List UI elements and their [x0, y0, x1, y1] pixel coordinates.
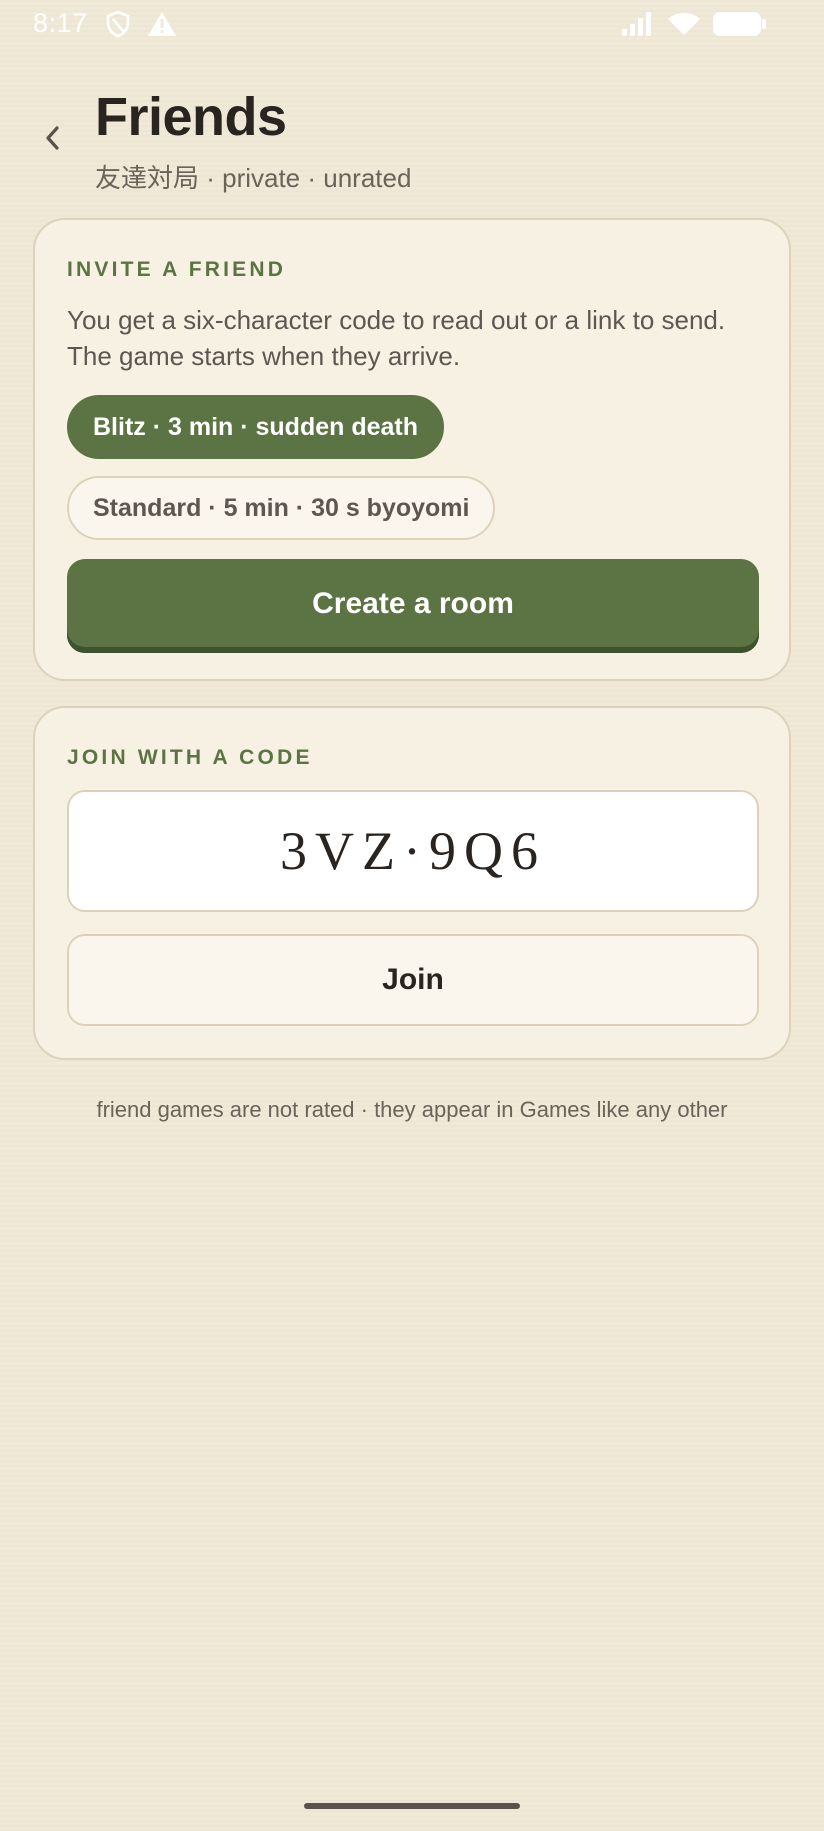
page-subtitle: 友達対局 · private · unrated [95, 163, 412, 193]
back-button[interactable] [38, 118, 68, 158]
alert-icon [148, 12, 176, 36]
page-title: Friends [95, 87, 287, 147]
time-control-blitz[interactable]: Blitz · 3 min · sudden death [67, 395, 445, 459]
join-section-label: JOIN WITH A CODE [67, 746, 313, 769]
footer-note: friend games are not rated · they appear… [96, 1097, 728, 1122]
status-bar: 8:17 [0, 0, 824, 48]
status-time: 8:17 [33, 8, 88, 38]
create-room-button[interactable]: Create a room [67, 559, 759, 653]
invite-card: INVITE A FRIEND You get a six-character … [33, 218, 791, 681]
shield-icon [106, 10, 130, 38]
home-indicator[interactable] [304, 1803, 520, 1809]
wifi-icon [668, 13, 700, 35]
signal-icon [622, 12, 651, 36]
invite-description: You get a six-character code to read out… [67, 305, 726, 371]
chevron-left-icon [46, 126, 59, 150]
battery-icon [713, 12, 766, 36]
time-control-standard[interactable]: Standard · 5 min · 30 s byoyomi [67, 476, 496, 540]
join-card: JOIN WITH A CODE Join [33, 706, 791, 1060]
join-button[interactable]: Join [67, 934, 759, 1026]
room-code-input[interactable] [67, 790, 759, 912]
invite-section-label: INVITE A FRIEND [67, 258, 287, 281]
